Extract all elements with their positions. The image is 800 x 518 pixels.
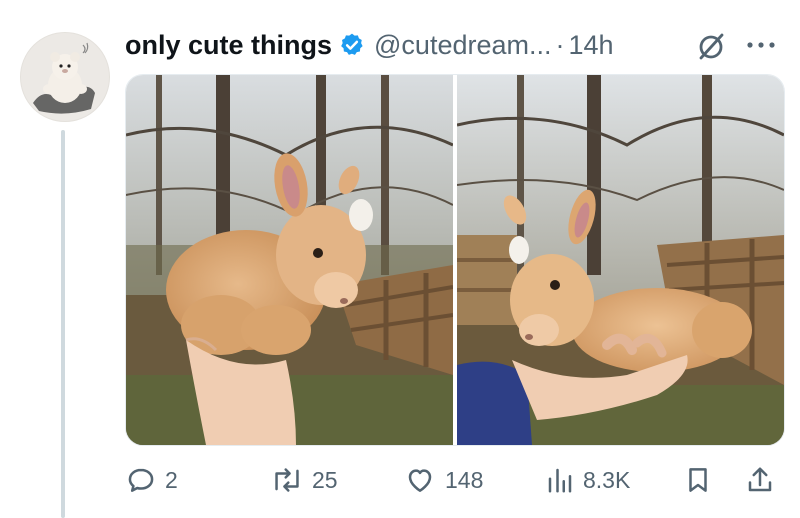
ellipsis-icon[interactable] [744, 38, 778, 52]
repost-button[interactable]: 25 [270, 456, 338, 504]
photo-left[interactable] [126, 75, 453, 445]
display-name[interactable]: only cute things [125, 30, 332, 61]
views-count: 8.3K [583, 466, 631, 493]
speech-bubble-icon [128, 468, 154, 492]
verified-badge-icon [339, 32, 365, 58]
baby-goat-photo-left [126, 75, 453, 445]
avatar[interactable] [20, 32, 110, 122]
baby-goat-photo-right [457, 75, 784, 445]
grok-slash-circle-icon[interactable] [695, 30, 727, 62]
reply-count: 2 [165, 466, 178, 493]
share-button[interactable] [745, 456, 775, 504]
photo-right[interactable] [457, 75, 784, 445]
bookmark-icon [689, 468, 707, 492]
repost-count: 25 [312, 466, 338, 493]
timestamp[interactable]: 14h [569, 30, 614, 61]
teddy-bear-avatar-image [21, 33, 109, 121]
action-bar: 2 25 148 8.3K [125, 456, 785, 504]
bookmark-button[interactable] [683, 456, 713, 504]
like-button[interactable]: 148 [403, 456, 483, 504]
bar-chart-icon [548, 468, 572, 493]
like-count: 148 [445, 466, 484, 493]
user-handle[interactable]: @cutedream... [374, 30, 551, 61]
reply-button[interactable]: 2 [125, 456, 178, 504]
thread-line [61, 130, 65, 518]
views-button[interactable]: 8.3K [545, 456, 630, 504]
media-grid [125, 74, 785, 446]
share-upload-icon [748, 467, 772, 492]
repost-arrows-icon [275, 468, 299, 492]
tweet-header: only cute things @cutedream... · 14h [125, 22, 614, 68]
separator-dot: · [555, 29, 565, 60]
heart-icon [408, 469, 432, 492]
